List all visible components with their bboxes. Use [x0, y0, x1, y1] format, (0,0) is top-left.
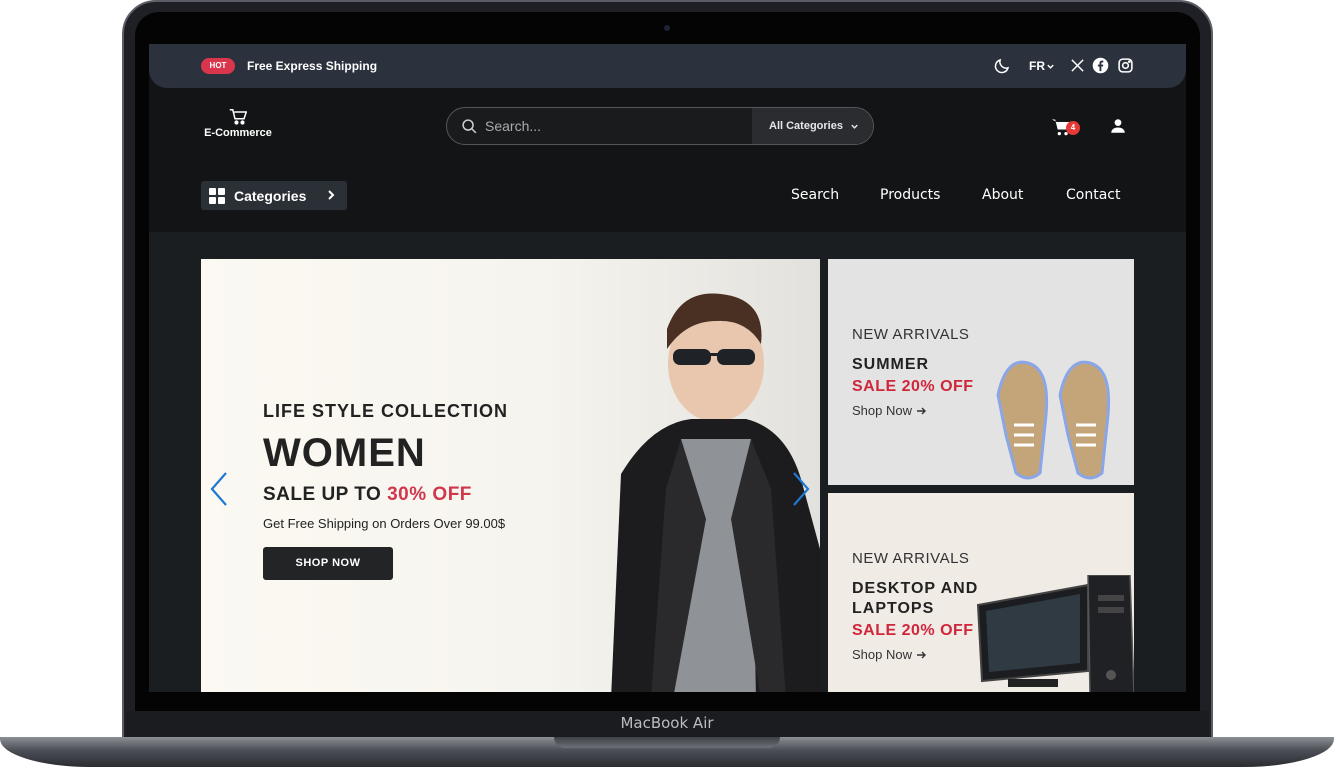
shop-now-button[interactable]: SHOP NOW: [263, 547, 393, 580]
browser-screen: HOT Free Express Shipping FR E-Commerce …: [149, 44, 1186, 692]
logo-text: E-Commerce: [204, 127, 272, 139]
grid-icon: [209, 188, 225, 204]
nav-link-products[interactable]: Products: [880, 187, 940, 203]
shoes-image: [996, 360, 1111, 480]
nav-link-contact[interactable]: Contact: [1066, 187, 1120, 203]
hot-badge: HOT: [201, 58, 235, 74]
hero-sale-percent: 30% OFF: [387, 484, 472, 505]
announcement-bar: HOT Free Express Shipping FR: [149, 44, 1186, 88]
moon-icon[interactable]: [993, 57, 1011, 75]
laptop-notch: [554, 737, 780, 748]
promo-banner-desktop[interactable]: NEW ARRIVALS DESKTOP AND LAPTOPS SALE 20…: [828, 493, 1134, 692]
carousel-prev-icon[interactable]: [209, 471, 229, 507]
chevron-right-icon: [328, 190, 335, 200]
promo-sale: SALE 20% OFF: [852, 622, 974, 639]
device-label: MacBook Air: [620, 714, 714, 732]
nav-link-search[interactable]: Search: [791, 187, 839, 203]
cart-count-badge: 4: [1066, 121, 1080, 135]
chevron-down-icon: [1047, 64, 1054, 69]
arrow-right-icon: [916, 407, 926, 415]
promo-sale: SALE 20% OFF: [852, 378, 974, 395]
shop-now-link-label: Shop Now: [852, 647, 912, 662]
shipping-announcement: Free Express Shipping: [247, 59, 378, 73]
site-logo[interactable]: E-Commerce: [201, 108, 275, 139]
arrow-right-icon: [916, 651, 926, 659]
model-image: [611, 293, 820, 692]
shop-now-link-label: Shop Now: [852, 403, 912, 418]
search-input[interactable]: [485, 108, 747, 144]
camera: [664, 25, 670, 31]
hero-sale-prefix: SALE UP TO: [263, 484, 382, 505]
promo-title-line1: DESKTOP AND: [852, 580, 979, 597]
promo-title-line2: LAPTOPS: [852, 600, 935, 617]
promo-kicker: NEW ARRIVALS: [852, 550, 970, 567]
category-select[interactable]: All Categories: [752, 108, 873, 144]
promo-title: SUMMER: [852, 356, 930, 373]
hero-title: WOMEN: [263, 431, 426, 475]
categories-button[interactable]: Categories: [201, 181, 347, 210]
nav-link-about[interactable]: About: [982, 187, 1023, 203]
promo-banner-summer[interactable]: NEW ARRIVALS SUMMER SALE 20% OFF Shop No…: [828, 259, 1134, 485]
desktop-computer-image: [976, 575, 1134, 692]
category-select-label: All Categories: [769, 120, 843, 132]
facebook-icon[interactable]: [1092, 57, 1109, 74]
search-icon: [462, 119, 477, 134]
hero-sale-text: SALE UP TO 30% OFF: [263, 484, 472, 506]
user-icon[interactable]: [1109, 117, 1127, 135]
shop-now-link[interactable]: Shop Now: [852, 647, 926, 662]
laptop-mockup: HOT Free Express Shipping FR E-Commerce …: [0, 0, 1334, 767]
promo-kicker: NEW ARRIVALS: [852, 326, 970, 343]
shop-now-link[interactable]: Shop Now: [852, 403, 926, 418]
hero-shipping-note: Get Free Shipping on Orders Over 99.00$: [263, 516, 506, 531]
instagram-icon[interactable]: [1117, 57, 1134, 74]
language-selector[interactable]: FR: [1029, 59, 1045, 73]
search-bar: All Categories: [446, 107, 874, 145]
hero-carousel: LIFE STYLE COLLECTION WOMEN SALE UP TO 3…: [201, 259, 820, 692]
hero-subtitle: LIFE STYLE COLLECTION: [263, 401, 508, 421]
cart-icon: [229, 109, 247, 125]
x-icon[interactable]: [1070, 58, 1085, 73]
carousel-next-icon[interactable]: [791, 471, 811, 507]
categories-label: Categories: [234, 188, 307, 204]
chevron-down-icon: [851, 124, 858, 129]
